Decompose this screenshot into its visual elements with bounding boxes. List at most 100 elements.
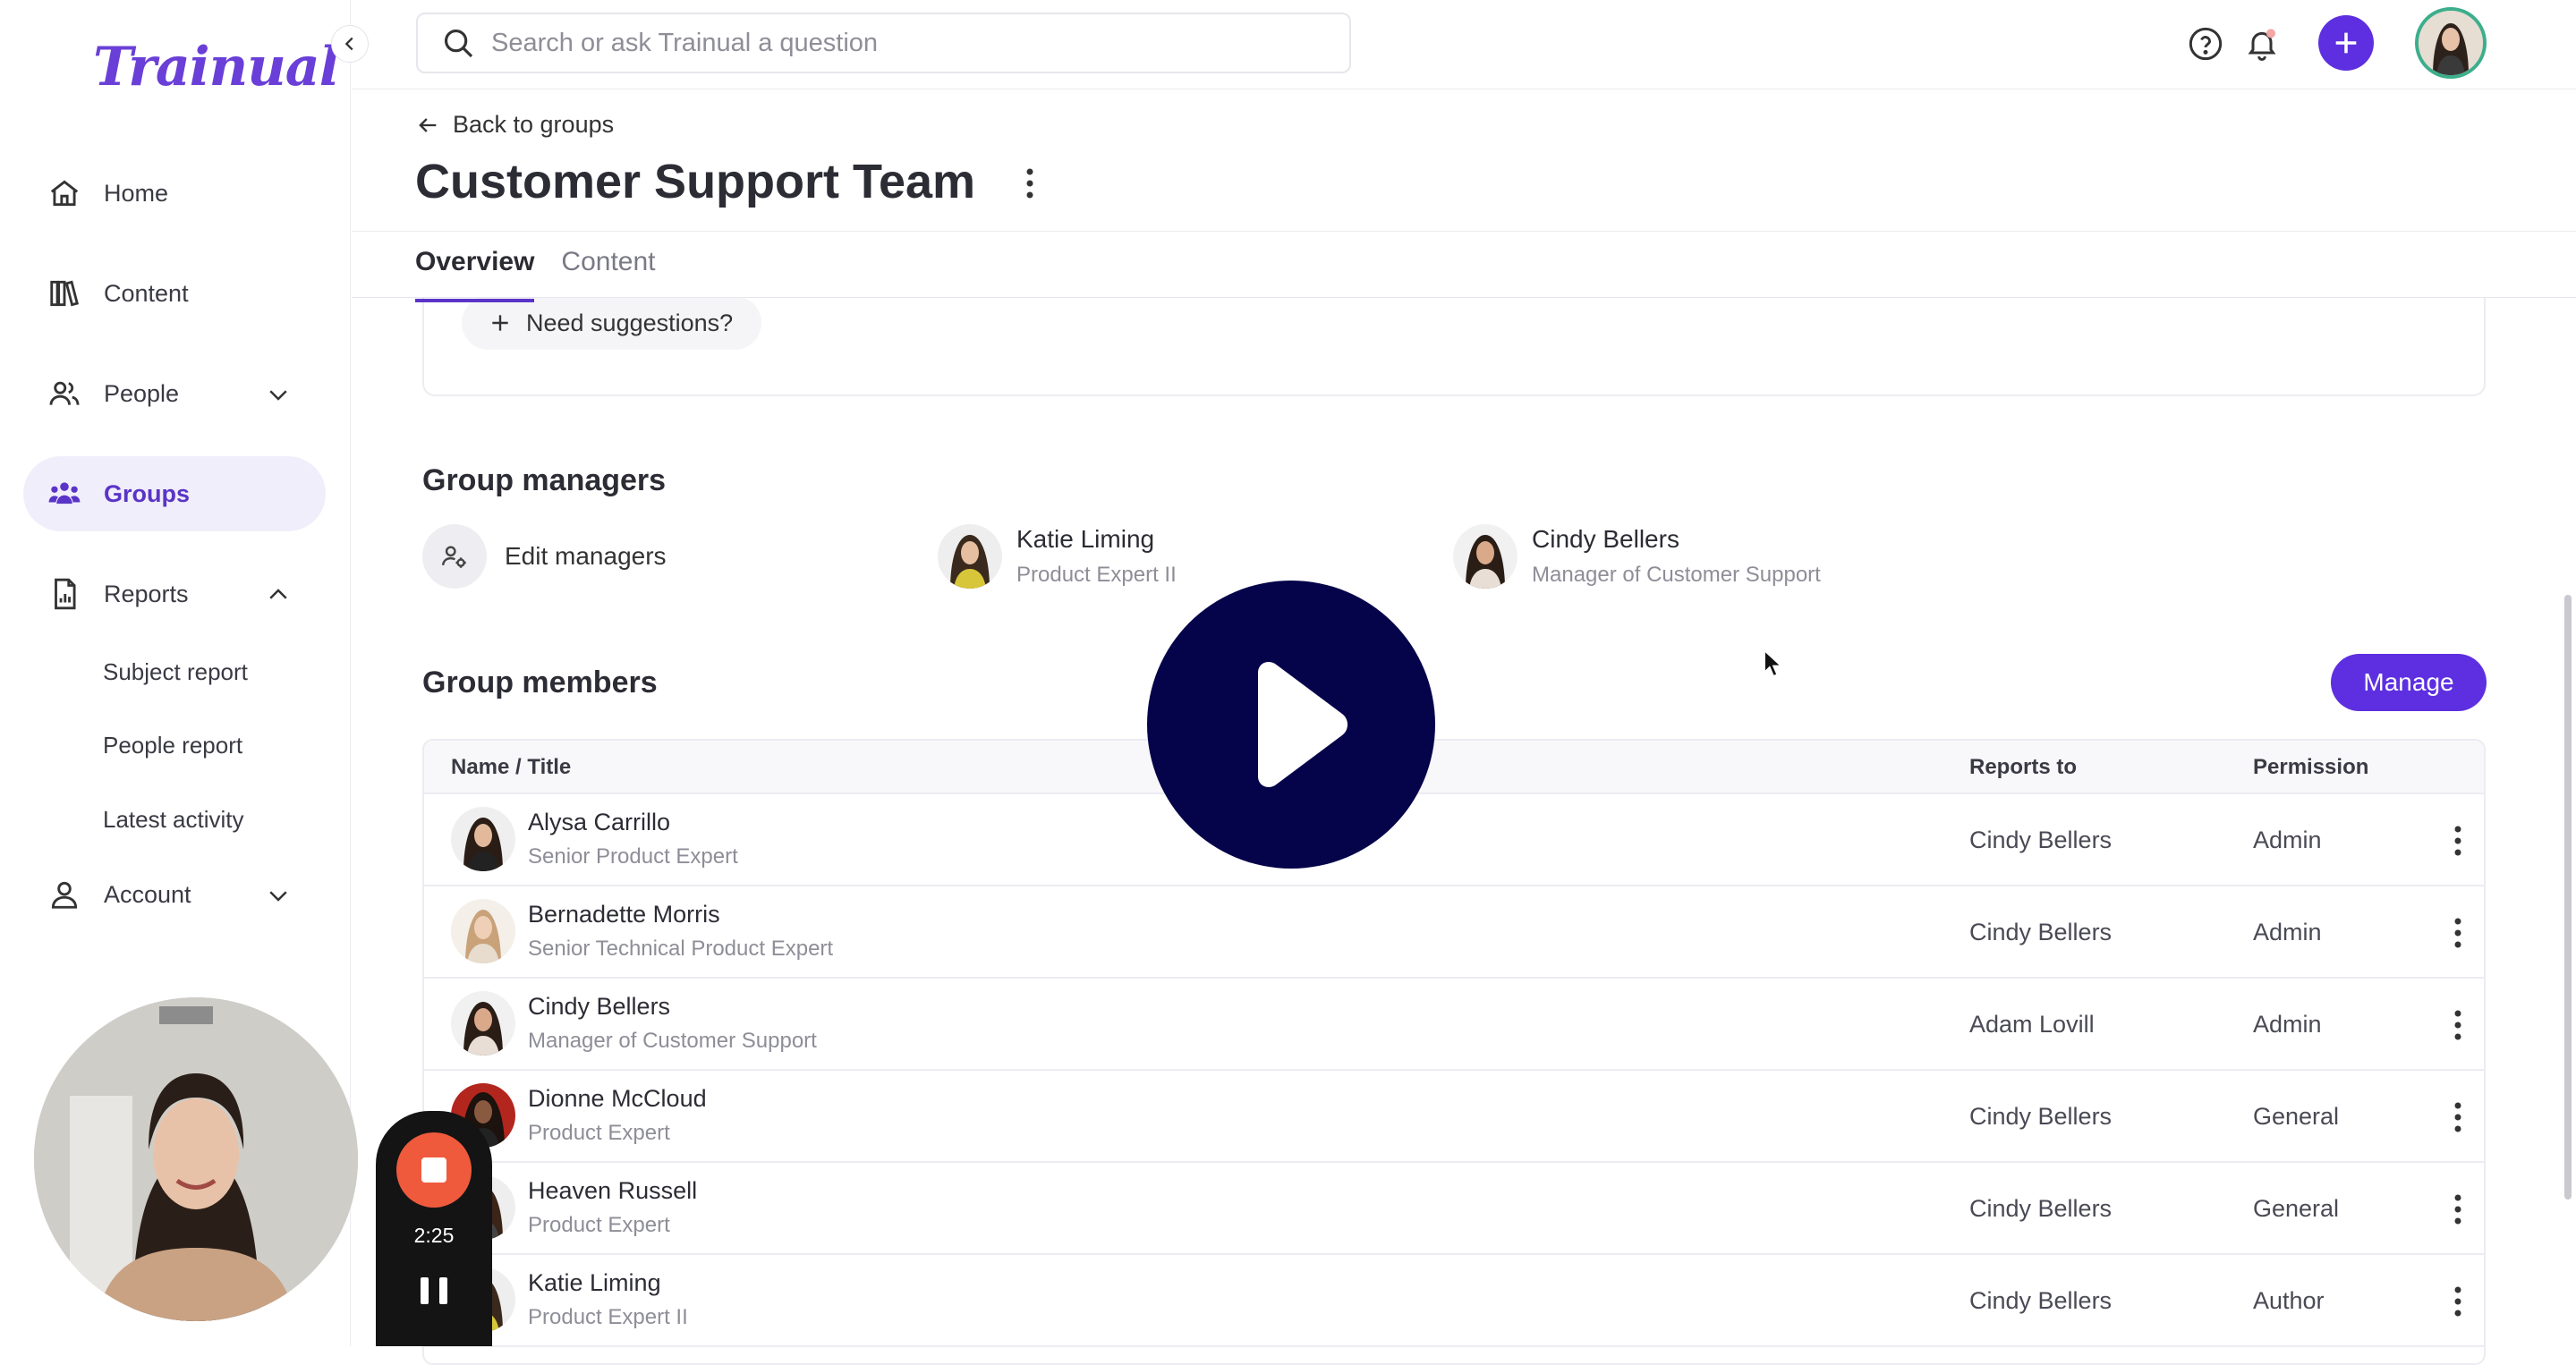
manager-card[interactable]: Cindy Bellers Manager of Customer Suppor… xyxy=(1453,524,1821,589)
sidebar-item-label: Groups xyxy=(104,479,191,507)
column-name-title[interactable]: Name / Title xyxy=(451,755,571,780)
user-avatar[interactable] xyxy=(2415,7,2487,79)
member-reports-to: Cindy Bellers xyxy=(1969,827,2113,853)
account-icon xyxy=(47,877,82,912)
member-title: Product Expert xyxy=(528,1121,670,1145)
sidebar-item-reports[interactable]: Reports xyxy=(23,556,326,632)
recording-controls: 2:25 xyxy=(376,1111,492,1346)
chevron-down-icon[interactable] xyxy=(265,381,292,414)
tabs-divider xyxy=(352,297,2576,298)
member-name: Heaven Russell xyxy=(528,1177,698,1204)
table-row[interactable]: Bernadette Morris Senior Technical Produ… xyxy=(424,886,2484,979)
member-reports-to: Cindy Bellers xyxy=(1969,1287,2113,1314)
table-row[interactable]: Heaven Russell Product Expert Cindy Bell… xyxy=(424,1163,2484,1255)
trainual-logo[interactable]: Trainual xyxy=(93,36,339,98)
tab-bar: Overview Content xyxy=(415,247,683,302)
avatar xyxy=(1453,524,1518,589)
people-icon xyxy=(47,376,82,411)
sidebar-subitem-latest-activity[interactable]: Latest activity xyxy=(103,806,244,834)
manager-title: Manager of Customer Support xyxy=(1532,563,1821,587)
table-row[interactable]: Katie Liming Product Expert II Cindy Bel… xyxy=(424,1255,2484,1347)
arrow-left-icon xyxy=(415,113,440,138)
help-icon[interactable] xyxy=(2185,23,2226,64)
group-members-heading: Group members xyxy=(422,666,658,699)
sidebar-item-label: Account xyxy=(104,880,191,908)
recording-timer: 2:25 xyxy=(413,1224,455,1247)
manager-settings-icon xyxy=(422,524,487,589)
play-video-button[interactable] xyxy=(1147,581,1435,869)
plus-icon xyxy=(489,311,512,335)
bell-icon[interactable] xyxy=(2241,23,2283,64)
tab-content[interactable]: Content xyxy=(561,247,655,302)
sidebar-item-label: People xyxy=(104,379,180,407)
member-reports-to: Cindy Bellers xyxy=(1969,919,2113,945)
sidebar-subitem-subject-report[interactable]: Subject report xyxy=(103,658,248,686)
tab-overview[interactable]: Overview xyxy=(415,247,535,302)
presenter-video xyxy=(34,997,358,1321)
row-more-options-icon[interactable] xyxy=(2444,1098,2471,1137)
row-more-options-icon[interactable] xyxy=(2444,1190,2471,1229)
sidebar-item-people[interactable]: People xyxy=(23,356,326,431)
add-button[interactable] xyxy=(2318,15,2374,71)
sidebar-item-label: Content xyxy=(104,279,189,307)
search-icon xyxy=(441,26,475,60)
member-title: Manager of Customer Support xyxy=(528,1029,817,1053)
table-row[interactable]: Cindy Bellers Manager of Customer Suppor… xyxy=(424,979,2484,1071)
sidebar-item-home[interactable]: Home xyxy=(23,156,326,231)
member-title: Senior Product Expert xyxy=(528,844,738,869)
member-permission: Admin xyxy=(2253,919,2322,945)
chevron-left-icon xyxy=(344,37,353,51)
table-header: Name / Title Reports to Permission xyxy=(424,741,2484,794)
member-permission: General xyxy=(2253,1195,2340,1222)
manage-members-button[interactable]: Manage xyxy=(2331,654,2487,711)
row-more-options-icon[interactable] xyxy=(2444,913,2471,953)
chevron-down-icon[interactable] xyxy=(265,882,292,915)
pause-icon[interactable] xyxy=(421,1277,447,1304)
column-permission[interactable]: Permission xyxy=(2253,755,2368,780)
stop-icon xyxy=(421,1157,446,1183)
manager-title: Product Expert II xyxy=(1016,563,1177,587)
avatar xyxy=(938,524,1002,589)
mouse-cursor-icon xyxy=(1763,649,1784,684)
need-suggestions-button[interactable]: Need suggestions? xyxy=(462,296,762,350)
member-title: Product Expert II xyxy=(528,1305,688,1329)
member-permission: Author xyxy=(2253,1287,2325,1314)
manager-card[interactable]: Katie Liming Product Expert II xyxy=(938,524,1177,589)
sidebar-item-label: Reports xyxy=(104,580,189,607)
sidebar-item-account[interactable]: Account xyxy=(23,857,326,932)
groups-icon xyxy=(47,476,82,512)
top-bar xyxy=(352,0,2576,89)
sidebar-item-label: Home xyxy=(104,179,169,207)
member-name: Cindy Bellers xyxy=(528,993,671,1020)
sidebar-item-content[interactable]: Content xyxy=(23,256,326,331)
back-to-groups-link[interactable]: Back to groups xyxy=(415,111,614,139)
row-more-options-icon[interactable] xyxy=(2444,1282,2471,1321)
search-input[interactable] xyxy=(489,27,1295,59)
stop-recording-button[interactable] xyxy=(396,1132,472,1208)
avatar xyxy=(451,991,515,1056)
row-more-options-icon[interactable] xyxy=(2444,821,2471,861)
play-icon xyxy=(1258,662,1348,787)
member-name: Katie Liming xyxy=(528,1269,661,1296)
table-row[interactable]: Dionne McCloud Product Expert Cindy Bell… xyxy=(424,1071,2484,1163)
row-more-options-icon[interactable] xyxy=(2444,1005,2471,1045)
more-options-icon[interactable] xyxy=(1016,164,1043,203)
search-bar[interactable] xyxy=(416,13,1351,73)
sidebar-item-groups[interactable]: Groups xyxy=(23,456,326,531)
webcam-bubble[interactable] xyxy=(34,997,358,1321)
page-scrollbar[interactable] xyxy=(2564,595,2572,1200)
member-name: Bernadette Morris xyxy=(528,901,720,928)
sidebar-subitem-people-report[interactable]: People report xyxy=(103,732,242,759)
back-label: Back to groups xyxy=(453,111,615,138)
column-reports-to[interactable]: Reports to xyxy=(1969,755,2077,780)
member-reports-to: Cindy Bellers xyxy=(1969,1103,2113,1130)
member-name: Alysa Carrillo xyxy=(528,809,671,835)
reports-icon xyxy=(47,576,82,612)
table-row[interactable]: Alysa Carrillo Senior Product Expert Cin… xyxy=(424,794,2484,886)
edit-managers-button[interactable]: Edit managers xyxy=(422,524,667,589)
collapse-sidebar-button[interactable] xyxy=(331,25,369,63)
member-reports-to: Adam Lovill xyxy=(1969,1011,2095,1038)
member-title: Product Expert xyxy=(528,1213,670,1237)
page-title: Customer Support Team xyxy=(415,155,976,208)
chevron-up-icon[interactable] xyxy=(265,581,292,615)
